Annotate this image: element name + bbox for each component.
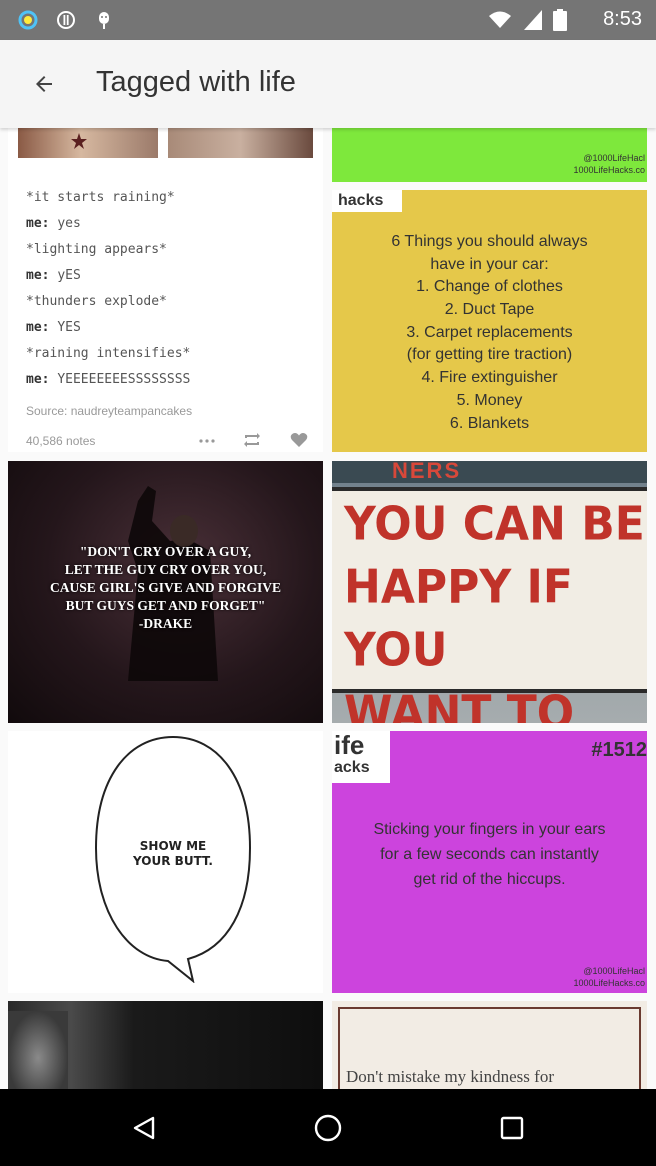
signal-icon [524,10,542,30]
nav-back-button[interactable] [119,1103,169,1153]
marquee-text: YOU CAN BE HAPPY IF YOU WANT TO BE [344,497,645,723]
hack-heading: 6 Things you should always have in your … [391,233,588,273]
photo-strip-right [168,128,313,158]
nav-home-button[interactable] [303,1103,353,1153]
quote-text: "DON'T CRY OVER A GUY, LET THE GUY CRY O… [49,544,282,631]
text-post-notes: 40,586 notes [26,434,96,448]
info-circle-icon [57,11,75,29]
reblog-icon [244,433,260,447]
back-button[interactable] [20,60,68,108]
comic-bubble-image[interactable]: SHOW ME YOUR BUTT. [8,731,323,993]
nav-recents-button[interactable] [487,1103,537,1153]
more-icon [199,439,215,443]
post-thumbnail[interactable] [8,128,323,182]
text-post-line: *raining intensifies* [26,346,191,361]
watermark: @1000LifeHacl 1000LifeHacks.co [573,966,645,988]
arrow-back-icon [36,76,52,92]
sync-circle-icon [18,10,38,30]
text-post-line: me: yes [26,216,81,231]
battery-icon [553,9,567,31]
hack-number: #1512 [591,739,647,761]
status-bar: 8:53 [0,0,656,40]
text-post-source: Source: naudreyteampancakes [26,404,193,418]
android-debug-icon [99,12,109,29]
hack-body: Sticking your fingers in your ears for a… [373,821,606,888]
quote-image-drake[interactable]: "DON'T CRY OVER A GUY, LET THE GUY CRY O… [8,461,323,723]
text-post-line: *lighting appears* [26,242,167,257]
hack-list: 1. Change of clothes 2. Duct Tape 3. Car… [406,278,573,432]
text-post[interactable]: *it starts raining* me: yes *lighting ap… [8,182,323,452]
clock: 8:53 [603,8,642,30]
text-post-line: me: yES [26,268,81,283]
text-post-line: *it starts raining* [26,190,175,205]
speech-bubble-text: SHOW ME YOUR BUTT. [133,839,213,868]
navigation-bar [0,1089,656,1166]
quote-image-kindness[interactable]: Don't mistake my kindness for [332,1001,647,1089]
heart-icon [290,433,308,447]
triangle-back-icon [133,1116,155,1140]
life-hack-card-top[interactable]: @1000LifeHacl 1000LifeHacks.co [332,128,647,182]
text-post-line: me: YEEEEEEEESSSSSSSS [26,372,191,387]
hack-corner-label: hacks [332,190,402,212]
app-bar: Tagged with life [0,40,656,128]
marquee-top-sign: NERS [332,461,647,483]
star-icon [71,133,87,149]
watermark: @1000LifeHacl 1000LifeHacks.co [573,153,645,175]
marquee-photo[interactable]: NERS YOU CAN BE HAPPY IF YOU WANT TO BE [332,461,647,723]
photo-strip-left [18,128,158,158]
quote-text: Don't mistake my kindness for [346,1067,554,1086]
post-thumbnail-dark[interactable] [8,1001,323,1089]
image-grid: *it starts raining* me: yes *lighting ap… [0,128,656,1089]
wifi-icon [489,11,511,28]
text-post-line: me: YES [26,320,81,335]
hack-corner-label: ife acks [332,731,390,783]
text-post-line: *thunders explode* [26,294,167,309]
page-title: Tagged with life [96,66,296,98]
life-hack-card-hiccups[interactable]: ife acks #1512 Sticking your fingers in … [332,731,647,993]
circle-home-icon [314,1114,342,1142]
marquee-board: YOU CAN BE HAPPY IF YOU WANT TO BE [332,487,647,723]
photo-face [8,1011,68,1089]
life-hack-card-car[interactable]: hacks 6 Things you should always have in… [332,190,647,452]
square-recents-icon [500,1116,524,1140]
